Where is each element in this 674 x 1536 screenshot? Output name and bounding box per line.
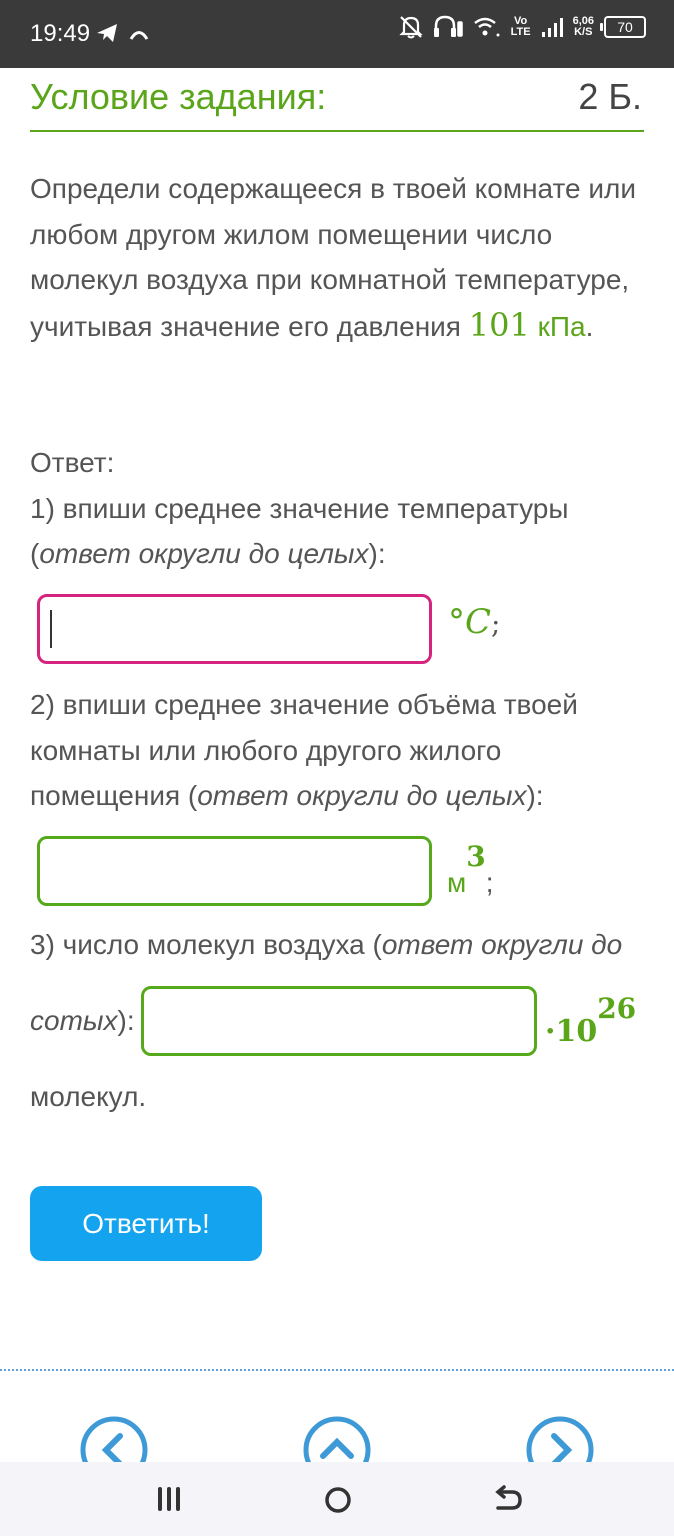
pressure-unit: кПа [537,310,586,342]
molecules-label: молекул. [30,1081,147,1112]
header-divider [30,130,644,132]
task-title: Условие задания: [30,76,327,117]
signal-icon [541,18,563,37]
power-of-ten: ·1026 [545,992,637,1049]
question-2: 2) впиши среднее значение объёма твоей к… [30,689,578,811]
task-condition: Определи содержащееся в твоей комнате ил… [30,173,636,344]
submit-button[interactable]: Ответить! [30,1186,262,1261]
volume-input[interactable] [37,836,432,906]
answer-label: Ответ: [30,447,115,478]
status-time: 19:49 [30,20,91,47]
bell-off-icon [398,16,423,39]
wifi-icon [473,17,500,37]
back-icon[interactable] [490,1484,524,1516]
system-nav-bar [0,1462,674,1536]
answer-block: Ответ: 1) впиши среднее значение темпера… [30,440,650,577]
telegram-icon [97,24,117,42]
question-3: 3) число молекул воздуха (ответ округли … [30,929,623,960]
temperature-input[interactable] [37,594,432,664]
molecules-input[interactable] [141,986,537,1056]
home-icon[interactable] [322,1484,354,1516]
text-caret [50,610,52,648]
status-left-icons [95,18,155,53]
battery-indicator: 70 [600,16,646,38]
network-type: Vo LTE [510,15,531,38]
task-points: 2 Б. [578,76,642,117]
menu-icon[interactable] [152,1484,186,1514]
status-right-icons: Vo LTE 6,06 K/S 70 [398,14,646,40]
network-speed: 6,06 K/S [572,15,594,38]
section-divider [0,1369,674,1371]
temperature-unit: °C; [448,602,501,642]
arrow-up-icon [129,31,149,40]
status-bar: 19:49 Vo LTE 6,06 K/S 70 [0,0,674,68]
volume-unit: м3; [447,840,494,899]
headphones-icon [433,15,463,37]
pressure-value: 101 [468,305,530,344]
question-3-cont: сотых): [30,1005,135,1036]
question-1: 1) впиши среднее значение температуры (о… [30,492,569,570]
